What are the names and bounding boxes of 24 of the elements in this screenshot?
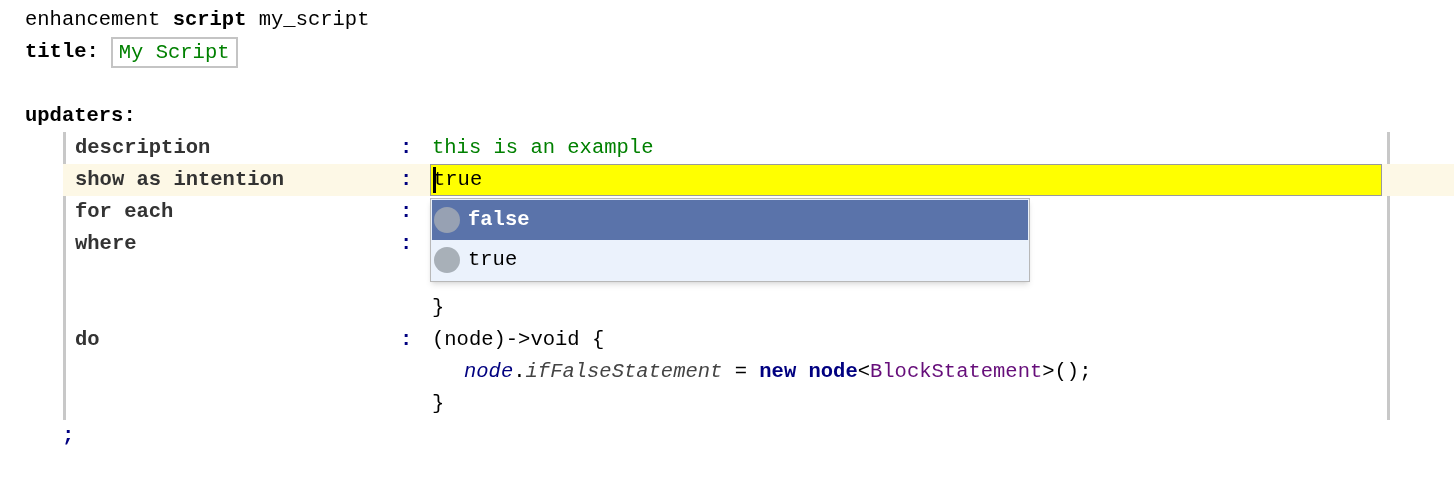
property-label: for each xyxy=(75,198,175,225)
value-field[interactable]: true xyxy=(430,164,1382,196)
property-label: where xyxy=(75,230,138,257)
title-label: title: xyxy=(25,38,99,65)
property-label: do xyxy=(75,326,101,353)
title-field[interactable]: My Script xyxy=(110,36,238,68)
terminator: ; xyxy=(62,422,75,449)
circle-icon xyxy=(434,247,460,273)
separator: : xyxy=(400,134,414,161)
code-text: } xyxy=(432,294,445,321)
code-text: this is an example xyxy=(432,134,654,161)
circle-icon xyxy=(434,207,460,233)
separator: : xyxy=(400,198,414,225)
code-text: enhancement script my_script xyxy=(25,6,370,33)
separator: : xyxy=(400,166,414,193)
code-text: node.ifFalseStatement = new node<BlockStatement>(); xyxy=(464,358,1092,385)
property-label: description xyxy=(75,134,212,161)
section-label: updaters: xyxy=(25,102,136,129)
code-text: } xyxy=(432,390,445,417)
code-text: (node)->void { xyxy=(432,326,605,353)
property-label: show as intention xyxy=(75,166,286,193)
completion-item[interactable]: false xyxy=(432,200,1028,240)
separator: : xyxy=(400,326,414,353)
separator: : xyxy=(400,230,414,257)
